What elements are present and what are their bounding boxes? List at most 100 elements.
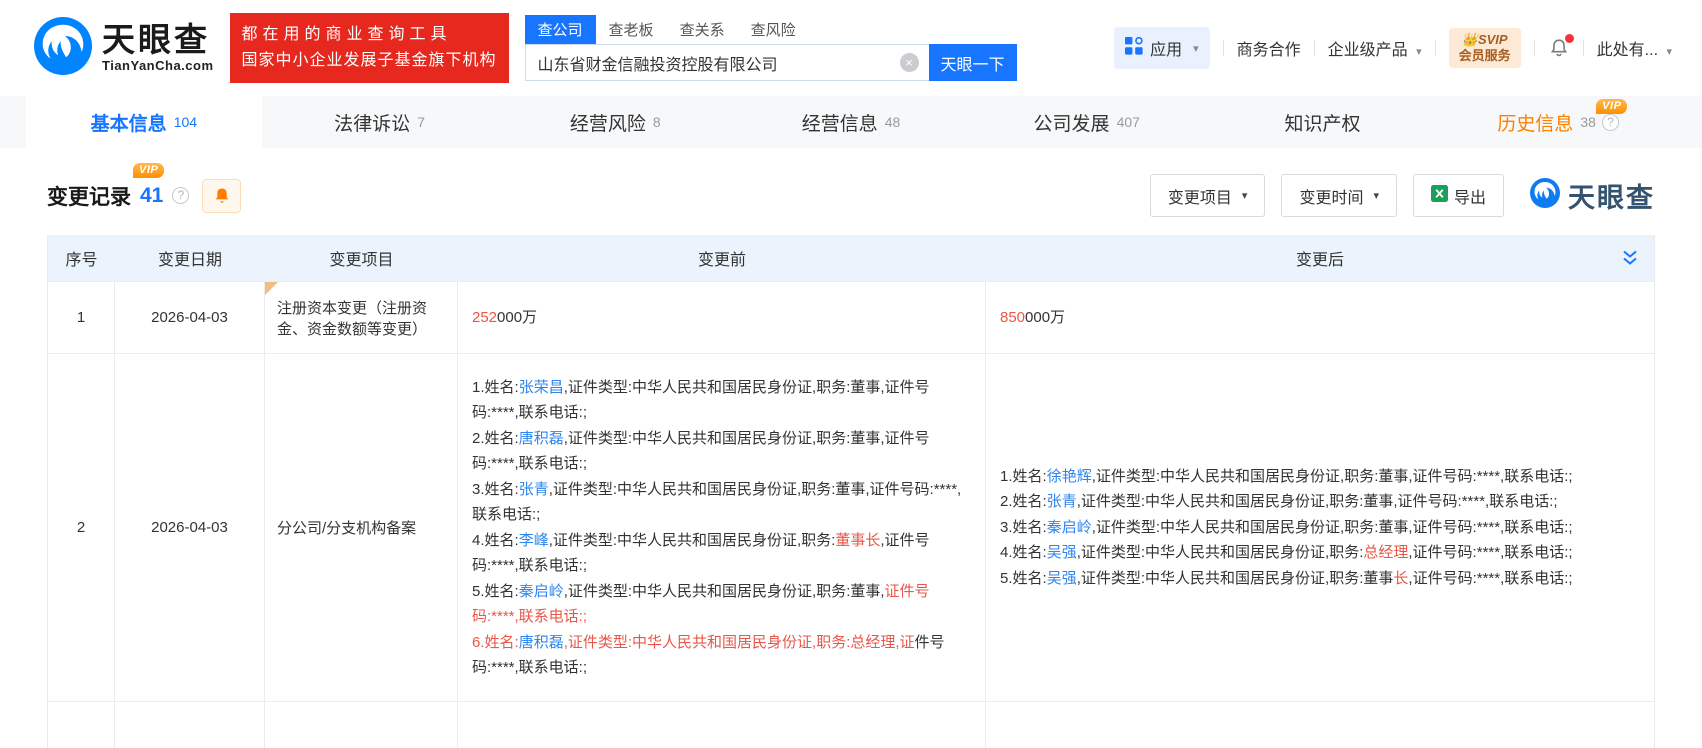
cell-after: 850000万 [986,282,1654,353]
tab-operation[interactable]: 经营信息 48 [733,96,969,148]
tab-lawsuit[interactable]: 法律诉讼 7 [262,96,498,148]
nav-divider [1223,40,1224,56]
nav-business-coop[interactable]: 商务合作 [1237,36,1301,60]
filter-change-item-button[interactable]: 变更项目 ▾ [1150,174,1266,217]
nav-user-menu-label: 此处有... [1597,42,1658,59]
change-item-text: 注册资本变更（注册资金、资金数额等变更） [277,297,445,339]
chevron-down-icon: ▾ [1416,46,1422,58]
col-header-no: 序号 [48,246,115,270]
tianyancha-swirl-icon [34,17,92,80]
section-title: 变更记录 [47,181,131,211]
tab-label: 经营风险 [570,109,646,136]
apps-menu-button[interactable]: 应用 ▾ [1114,27,1210,69]
chevron-down-icon: ▾ [1242,189,1248,202]
filter-change-time-label: 变更时间 [1299,184,1363,208]
tab-ip[interactable]: 知识产权 [1205,96,1441,148]
tab-count: 48 [885,114,901,130]
svip-member-button[interactable]: 👑SVIP 会员服务 [1449,28,1521,69]
table-row: 1 2026-04-03 注册资本变更（注册资金、资金数额等变更） 252000… [48,281,1654,353]
tab-label: 历史信息 [1497,109,1573,136]
vip-badge: VIP [1596,99,1627,114]
promo-banner-line1: 都在用的商业查询工具 [242,22,497,48]
table-header-row: 序号 变更日期 变更项目 变更前 变更后 [48,235,1654,281]
svip-label: 👑SVIP [1459,32,1511,48]
chevron-down-icon: ▾ [1373,189,1379,202]
change-record-table: 序号 变更日期 变更项目 变更前 变更后 1 2026-04-03 注册资本变更… [47,235,1655,748]
cell-no: 2 [48,354,115,701]
chevron-down-icon: ▾ [1193,42,1199,55]
tab-count: 38 [1580,114,1596,130]
tianyancha-watermark: 天眼查 [1530,176,1655,215]
filter-change-item-label: 变更项目 [1168,184,1232,208]
main-tabs: 基本信息 104 法律诉讼 7 经营风险 8 经营信息 48 公司发展 407 … [0,96,1702,148]
search-input[interactable] [525,44,929,81]
tianyancha-logo[interactable]: 天眼查 TianYanCha.com [34,17,214,80]
tab-label: 经营信息 [802,109,878,136]
col-header-before: 变更前 [458,246,986,270]
tab-count: 7 [417,114,425,130]
clear-search-icon[interactable]: × [900,53,919,72]
nav-divider [1534,40,1535,56]
search-tab-relation[interactable]: 查关系 [667,15,738,44]
top-header: 天眼查 TianYanCha.com 都在用的商业查询工具 国家中小企业发展子基… [0,0,1702,96]
promo-banner: 都在用的商业查询工具 国家中小企业发展子基金旗下机构 [230,13,509,84]
nav-user-menu[interactable]: 此处有... ▾ [1597,36,1672,60]
export-label: 导出 [1454,184,1486,208]
expand-all-icon[interactable] [1620,248,1640,273]
notification-dot [1565,34,1574,43]
tab-risk[interactable]: 经营风险 8 [497,96,733,148]
col-header-item: 变更项目 [265,246,458,270]
change-item-text: 分公司/分支机构备案 [277,517,416,538]
tab-history[interactable]: VIP 历史信息 38 ? [1440,96,1676,148]
cell-date: 2026-04-03 [115,354,265,701]
tab-basic[interactable]: 基本信息 104 [26,96,262,148]
cell-no: 1 [48,282,115,353]
tab-label: 基本信息 [91,109,167,136]
cell-before: 252000万 [458,282,986,353]
svip-sublabel: 会员服务 [1459,48,1511,64]
tab-count: 407 [1117,114,1140,130]
tab-development[interactable]: 公司发展 407 [969,96,1205,148]
header-nav: 应用 ▾ 商务合作 企业级产品 ▾ 👑SVIP 会员服务 此处有... ▾ [1114,27,1672,69]
help-icon[interactable]: ? [172,187,189,204]
search-area: 查公司 查老板 查关系 查风险 × 天眼一下 [525,15,1017,81]
change-record-header: 变更记录 VIP 41 ? 变更项目 ▾ 变更时间 ▾ 导出 [0,148,1702,235]
nav-divider [1435,40,1436,56]
search-button[interactable]: 天眼一下 [929,44,1017,81]
watermark-text: 天眼查 [1568,176,1655,215]
table-row [48,701,1654,748]
col-header-date: 变更日期 [115,246,265,270]
export-button[interactable]: 导出 [1413,174,1504,217]
logo-text-en: TianYanCha.com [102,58,214,73]
corner-fold-marker [265,282,278,295]
promo-banner-line2: 国家中小企业发展子基金旗下机构 [242,48,497,74]
tab-count: 8 [653,114,661,130]
tab-label: 法律诉讼 [334,109,410,136]
tab-count: 104 [174,114,197,130]
search-tabs: 查公司 查老板 查关系 查风险 [525,15,1017,44]
notification-bell-button[interactable] [1548,37,1570,59]
cell-date: 2026-04-03 [115,282,265,353]
vip-badge: VIP [133,163,164,178]
excel-icon [1431,185,1448,207]
tab-label: 公司发展 [1034,109,1110,136]
col-header-after: 变更后 [986,246,1654,270]
monitor-bell-button[interactable] [202,179,241,213]
search-tab-risk[interactable]: 查风险 [738,15,809,44]
cell-after: 1.姓名:徐艳辉,证件类型:中华人民共和国居民身份证,职务:董事,证件号码:**… [986,354,1654,701]
nav-enterprise-products-label: 企业级产品 [1328,42,1408,59]
search-tab-boss[interactable]: 查老板 [596,15,667,44]
bell-icon [212,186,232,206]
section-count: 41 [140,184,163,207]
cell-change-item: 分公司/分支机构备案 [265,354,458,701]
search-tab-company[interactable]: 查公司 [525,15,596,44]
tab-label: 知识产权 [1284,109,1360,136]
chevron-down-icon: ▾ [1666,46,1672,58]
tianyancha-swirl-icon [1530,178,1560,213]
logo-text-cn: 天眼查 [102,23,214,58]
help-icon[interactable]: ? [1602,114,1619,131]
filter-change-time-button[interactable]: 变更时间 ▾ [1281,174,1397,217]
apps-grid-icon [1125,37,1143,60]
nav-divider [1583,40,1584,56]
nav-enterprise-products[interactable]: 企业级产品 ▾ [1328,36,1422,60]
